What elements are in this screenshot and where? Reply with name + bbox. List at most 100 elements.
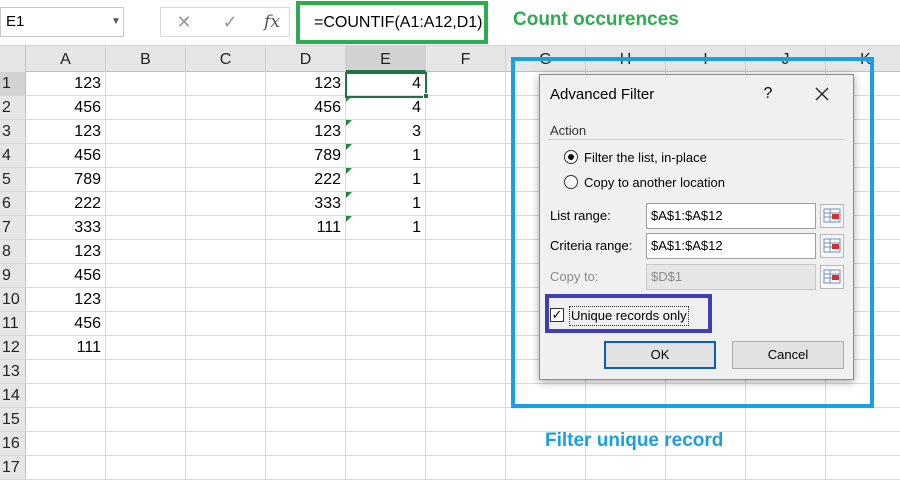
- select-all-corner[interactable]: [0, 46, 26, 72]
- cell-e9[interactable]: [346, 264, 426, 288]
- cell-a16[interactable]: [26, 432, 106, 456]
- cell-f3[interactable]: [426, 120, 506, 144]
- cell-b13[interactable]: [106, 360, 186, 384]
- cell-b7[interactable]: [106, 216, 186, 240]
- cell-c7[interactable]: [186, 216, 266, 240]
- cell-e8[interactable]: [346, 240, 426, 264]
- copy-to-location-option[interactable]: Copy to another location: [564, 173, 764, 193]
- column-header-b[interactable]: B: [106, 46, 186, 72]
- row-header-15[interactable]: 15: [0, 408, 26, 432]
- error-indicator-icon[interactable]: [346, 144, 352, 150]
- cell-d10[interactable]: [266, 288, 346, 312]
- cell-c9[interactable]: [186, 264, 266, 288]
- cell-b14[interactable]: [106, 384, 186, 408]
- cell-f11[interactable]: [426, 312, 506, 336]
- cell-e17[interactable]: [346, 456, 426, 480]
- cell-d15[interactable]: [266, 408, 346, 432]
- cell-a2[interactable]: 456: [26, 96, 106, 120]
- cell-j15[interactable]: [746, 408, 826, 432]
- copy-to-input[interactable]: $D$1: [646, 264, 816, 290]
- row-header-14[interactable]: 14: [0, 384, 26, 408]
- cell-a15[interactable]: [26, 408, 106, 432]
- cell-c16[interactable]: [186, 432, 266, 456]
- cell-i17[interactable]: [666, 456, 746, 480]
- row-header-7[interactable]: 7: [0, 216, 26, 240]
- cell-f1[interactable]: [426, 72, 506, 96]
- error-indicator-icon[interactable]: [346, 168, 352, 174]
- cell-d2[interactable]: 456: [266, 96, 346, 120]
- cell-a13[interactable]: [26, 360, 106, 384]
- cell-f9[interactable]: [426, 264, 506, 288]
- cell-d7[interactable]: 111: [266, 216, 346, 240]
- row-header-16[interactable]: 16: [0, 432, 26, 456]
- cell-e11[interactable]: [346, 312, 426, 336]
- cell-b16[interactable]: [106, 432, 186, 456]
- cell-a6[interactable]: 222: [26, 192, 106, 216]
- cell-b9[interactable]: [106, 264, 186, 288]
- cell-a8[interactable]: 123: [26, 240, 106, 264]
- list-range-input[interactable]: $A$1:$A$12: [646, 203, 816, 229]
- cancel-button[interactable]: Cancel: [732, 341, 844, 369]
- cell-a12[interactable]: 111: [26, 336, 106, 360]
- criteria-range-input[interactable]: $A$1:$A$12: [646, 233, 816, 259]
- cell-b17[interactable]: [106, 456, 186, 480]
- cell-a10[interactable]: 123: [26, 288, 106, 312]
- cell-c15[interactable]: [186, 408, 266, 432]
- cell-f6[interactable]: [426, 192, 506, 216]
- cell-e6[interactable]: 1: [346, 192, 426, 216]
- cell-b2[interactable]: [106, 96, 186, 120]
- cell-d17[interactable]: [266, 456, 346, 480]
- radio-selected-icon[interactable]: [564, 150, 578, 164]
- cell-e4[interactable]: 1: [346, 144, 426, 168]
- cell-a9[interactable]: 456: [26, 264, 106, 288]
- cell-d8[interactable]: [266, 240, 346, 264]
- cell-k16[interactable]: [826, 432, 900, 456]
- cell-c13[interactable]: [186, 360, 266, 384]
- cell-b3[interactable]: [106, 120, 186, 144]
- cell-b10[interactable]: [106, 288, 186, 312]
- cell-j17[interactable]: [746, 456, 826, 480]
- cell-b4[interactable]: [106, 144, 186, 168]
- cell-c5[interactable]: [186, 168, 266, 192]
- ok-button[interactable]: OK: [604, 341, 716, 369]
- cell-c10[interactable]: [186, 288, 266, 312]
- cell-a7[interactable]: 333: [26, 216, 106, 240]
- cell-c12[interactable]: [186, 336, 266, 360]
- cell-b1[interactable]: [106, 72, 186, 96]
- column-header-f[interactable]: F: [426, 46, 506, 72]
- cell-b11[interactable]: [106, 312, 186, 336]
- cell-f7[interactable]: [426, 216, 506, 240]
- row-header-9[interactable]: 9: [0, 264, 26, 288]
- cell-h17[interactable]: [586, 456, 666, 480]
- cell-e15[interactable]: [346, 408, 426, 432]
- cell-c14[interactable]: [186, 384, 266, 408]
- cell-c17[interactable]: [186, 456, 266, 480]
- row-header-8[interactable]: 8: [0, 240, 26, 264]
- cell-c2[interactable]: [186, 96, 266, 120]
- column-header-a[interactable]: A: [26, 46, 106, 72]
- row-header-3[interactable]: 3: [0, 120, 26, 144]
- error-indicator-icon[interactable]: [346, 216, 352, 222]
- cell-a1[interactable]: 123: [26, 72, 106, 96]
- cell-f8[interactable]: [426, 240, 506, 264]
- collapse-dialog-icon[interactable]: [820, 204, 844, 228]
- row-header-2[interactable]: 2: [0, 96, 26, 120]
- row-header-10[interactable]: 10: [0, 288, 26, 312]
- cell-d16[interactable]: [266, 432, 346, 456]
- cell-d5[interactable]: 222: [266, 168, 346, 192]
- cell-d12[interactable]: [266, 336, 346, 360]
- row-header-12[interactable]: 12: [0, 336, 26, 360]
- cell-a11[interactable]: 456: [26, 312, 106, 336]
- cell-j16[interactable]: [746, 432, 826, 456]
- cell-e12[interactable]: [346, 336, 426, 360]
- cell-b15[interactable]: [106, 408, 186, 432]
- row-header-4[interactable]: 4: [0, 144, 26, 168]
- cell-c4[interactable]: [186, 144, 266, 168]
- cell-d3[interactable]: 123: [266, 120, 346, 144]
- cell-e10[interactable]: [346, 288, 426, 312]
- cell-f4[interactable]: [426, 144, 506, 168]
- cell-d13[interactable]: [266, 360, 346, 384]
- cell-a5[interactable]: 789: [26, 168, 106, 192]
- cell-f5[interactable]: [426, 168, 506, 192]
- cell-f10[interactable]: [426, 288, 506, 312]
